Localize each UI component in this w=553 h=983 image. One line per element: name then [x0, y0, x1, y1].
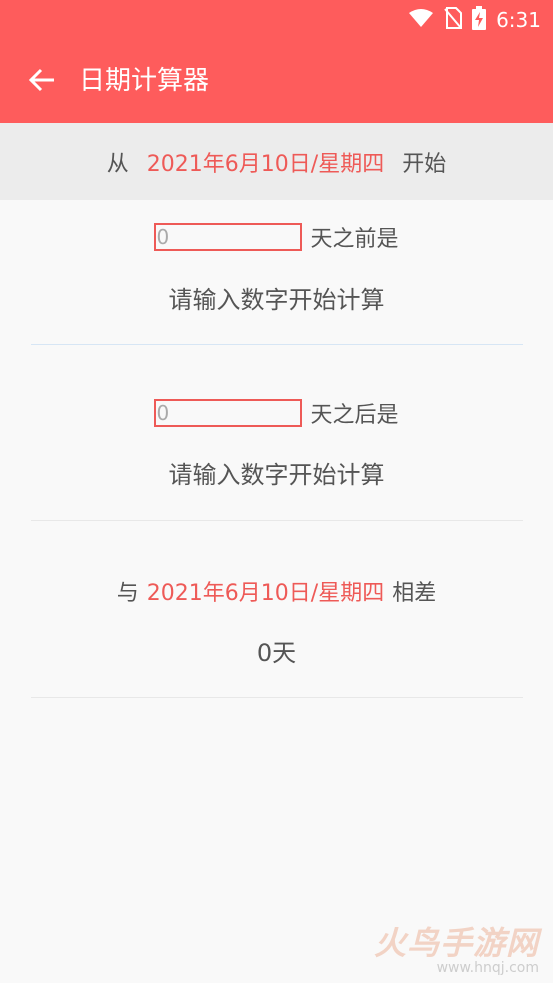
divider [31, 697, 523, 698]
days-before-result: 请输入数字开始计算 [168, 286, 385, 314]
status-icons: 6:31 [408, 6, 541, 34]
days-after-input[interactable] [154, 399, 303, 427]
days-before-label: 天之前是 [310, 227, 399, 252]
date-diff-result: 0天 [256, 639, 297, 667]
battery-charging-icon [472, 6, 487, 34]
days-after-result: 请输入数字开始计算 [168, 461, 385, 489]
days-before-input[interactable] [154, 223, 303, 251]
days-before-row: 天之前是 [0, 220, 553, 254]
status-bar: 6:31 [0, 0, 553, 40]
back-button[interactable] [22, 62, 62, 102]
start-date-value[interactable]: 2021年6月10日/星期四 [147, 146, 384, 178]
date-diff-suffix: 相差 [392, 581, 437, 606]
arrow-left-icon [28, 68, 56, 96]
days-after-label: 天之后是 [310, 403, 399, 428]
divider [31, 520, 523, 521]
start-date-suffix: 开始 [402, 151, 447, 177]
page-title: 日期计算器 [79, 66, 210, 96]
status-time: 6:31 [496, 8, 541, 32]
date-diff-row: 与 2021年6月10日/星期四 相差 [0, 574, 553, 608]
watermark: 火鸟手游网 www.hnqj.com [374, 918, 539, 976]
app-bar: 日期计算器 [0, 40, 553, 123]
watermark-brand: 火鸟手游网 [373, 924, 539, 962]
wifi-icon [408, 8, 434, 32]
days-after-row: 天之后是 [0, 396, 553, 430]
date-diff-prefix: 与 [116, 581, 139, 606]
start-date-bar: 从 2021年6月10日/星期四 开始 [0, 123, 553, 200]
date-diff-date[interactable]: 2021年6月10日/星期四 [147, 575, 384, 607]
no-sim-icon [444, 7, 463, 33]
divider [31, 344, 523, 345]
start-date-prefix: 从 [106, 151, 129, 177]
